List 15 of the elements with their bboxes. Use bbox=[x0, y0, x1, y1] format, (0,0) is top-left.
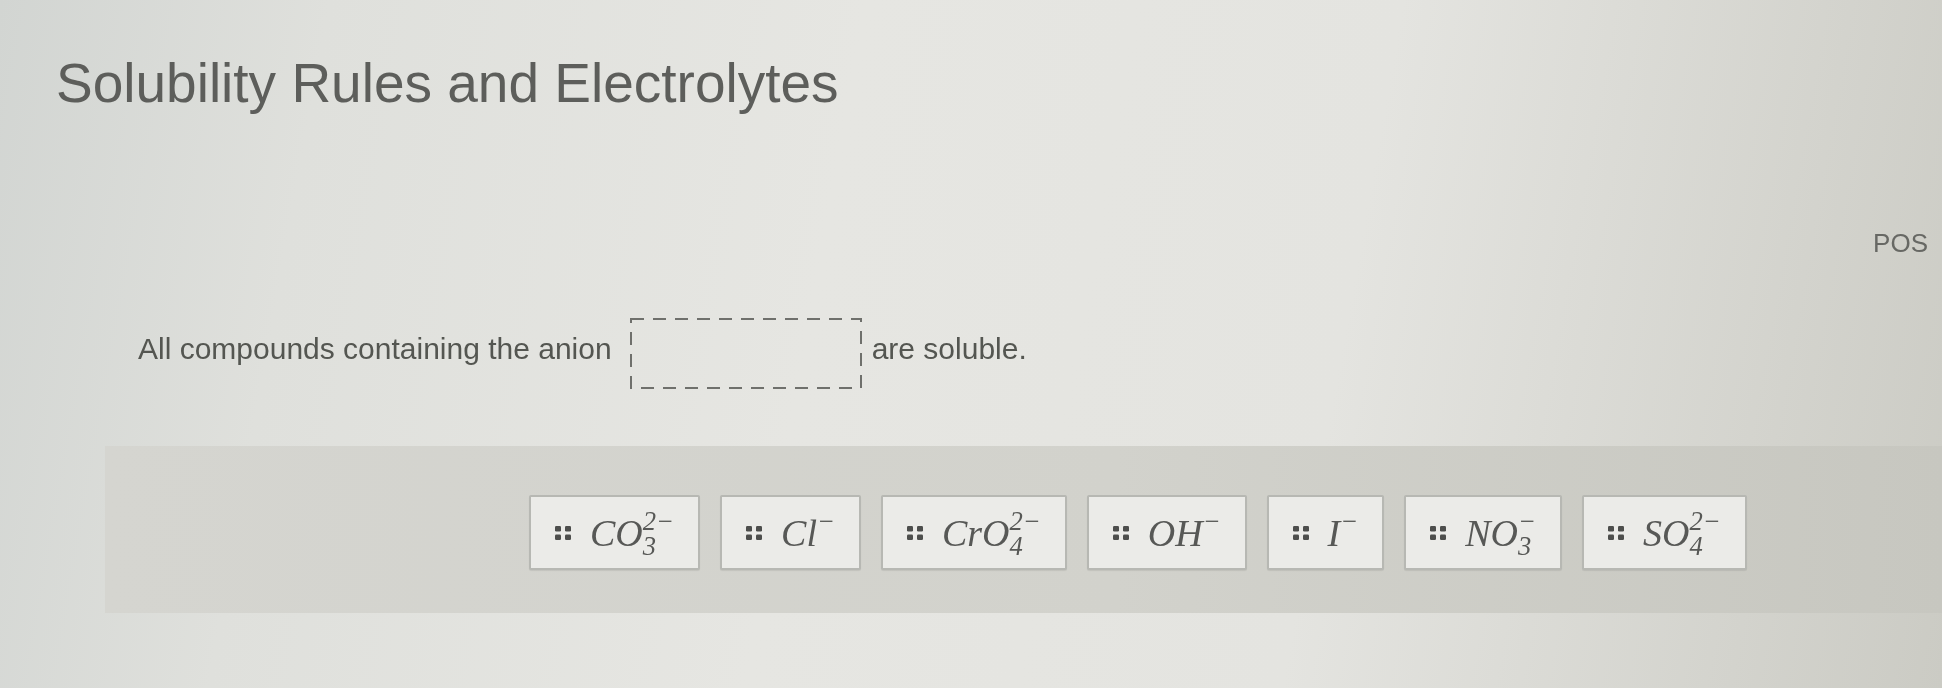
grip-icon bbox=[1430, 525, 1447, 540]
answer-tile[interactable]: I$^{−}$ bbox=[1266, 495, 1385, 570]
grip-icon bbox=[1292, 525, 1309, 540]
side-label: POS bbox=[1873, 228, 1928, 258]
grip-icon bbox=[1607, 525, 1624, 540]
drop-target-field[interactable] bbox=[629, 318, 862, 389]
grip-icon bbox=[746, 525, 763, 540]
answer-tile[interactable]: Cl$^{−}$ bbox=[720, 495, 861, 570]
grip-icon bbox=[906, 525, 923, 540]
grip-icon bbox=[1112, 525, 1129, 540]
question-text: are soluble. bbox=[871, 331, 1027, 366]
answer-tile[interactable]: OH$^{−}$ bbox=[1086, 495, 1247, 570]
question-text: All compounds containing the anion bbox=[138, 331, 612, 366]
page-title: Solubility Rules and Electrolytes bbox=[56, 52, 840, 115]
grip-icon bbox=[555, 525, 571, 540]
